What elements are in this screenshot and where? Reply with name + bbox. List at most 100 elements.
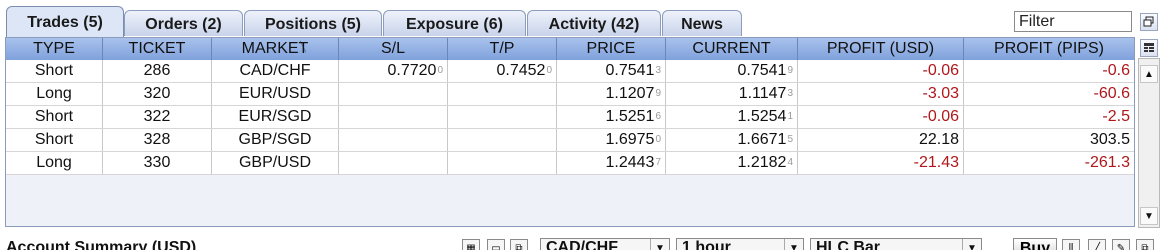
tab-bar: Trades (5) Orders (2) Positions (5) Expo… [0, 0, 1166, 37]
cell-current: 1.6671 5 [666, 129, 798, 151]
cell-ticket: 320 [103, 83, 212, 105]
cell-profit-usd-value: -3.03 [922, 85, 959, 102]
vertical-scrollbar[interactable]: ▲ ▼ [1138, 58, 1160, 228]
cell-price-value: 1.2443 [605, 154, 655, 171]
tab-trades[interactable]: Trades (5) [6, 6, 124, 37]
cell-tp [448, 106, 557, 128]
chart-type-select-value: HLC Bar [816, 239, 881, 250]
popout-icon[interactable]: ⧉ [510, 239, 528, 250]
cell-sl: 0.7720 0 [339, 60, 448, 82]
column-header-current[interactable]: CURRENT [666, 38, 798, 60]
cell-type-value: Short [34, 108, 74, 125]
buy-button[interactable]: Buy [1013, 238, 1057, 250]
bottom-panel: Account Summary (USD) ▦ ▭ ⧉ CAD/CHF ▼ 1 … [0, 233, 1166, 250]
tab-news[interactable]: News [662, 10, 742, 36]
cell-market: CAD/CHF [212, 60, 339, 82]
cell-ticket-value: 330 [143, 154, 171, 171]
cell-type-value: Short [34, 131, 74, 148]
column-chooser-icon[interactable] [1140, 39, 1158, 57]
cell-type-value: Long [36, 154, 72, 171]
cell-price-value: 1.6975 [605, 131, 655, 148]
grid-header: TYPE TICKET ╲ MARKET S/L T/P PRICE CURRE… [6, 38, 1134, 61]
tab-orders[interactable]: Orders (2) [124, 10, 243, 36]
popout-chart-icon[interactable]: ⧉ [1136, 239, 1154, 250]
cell-price: 1.1207 9 [557, 83, 666, 105]
table-row[interactable]: Short 286 CAD/CHF 0.7720 0 0.7452 0 0.7541 3 0.75… [6, 60, 1134, 83]
cell-sl [339, 129, 448, 151]
cell-type: Short [6, 129, 103, 151]
market-select-value: CAD/CHF [546, 239, 618, 250]
chart-type-select[interactable]: HLC Bar ▼ [810, 238, 982, 250]
cell-type: Long [6, 83, 103, 105]
scroll-down-icon[interactable]: ▼ [1140, 207, 1158, 225]
cell-profit-pips-value: -60.6 [1093, 85, 1130, 102]
cell-sl [339, 152, 448, 174]
restore-window-icon[interactable] [1140, 13, 1158, 31]
cell-market: EUR/USD [212, 83, 339, 105]
candles-icon[interactable]: ⫼ [1062, 239, 1080, 250]
grid-view-icon[interactable]: ▦ [462, 239, 480, 250]
cell-ticket-value: 328 [143, 131, 171, 148]
cell-current-value: 1.1147 [738, 85, 787, 102]
cell-profit-pips: -0.6 [964, 60, 1134, 82]
tab-activity[interactable]: Activity (42) [527, 10, 661, 36]
scroll-up-icon[interactable]: ▲ [1140, 65, 1158, 83]
cell-market: EUR/SGD [212, 106, 339, 128]
cell-profit-usd: -21.43 [798, 152, 964, 174]
table-row[interactable]: Long 320 EUR/USD 1.1207 9 1.1147 3 -3.03 -60.6 [6, 83, 1134, 106]
column-header-ticket[interactable]: TICKET ╲ [103, 38, 306, 60]
cell-profit-pips: -60.6 [964, 83, 1134, 105]
cell-type: Long [6, 152, 103, 174]
column-header-tp[interactable]: T/P [448, 38, 557, 60]
cell-current-value: 1.6671 [737, 131, 787, 148]
cell-market-value: EUR/USD [238, 85, 311, 102]
cell-sl [339, 106, 448, 128]
interval-select-value: 1 hour [682, 239, 731, 250]
cell-tp [448, 152, 557, 174]
cell-market-value: EUR/SGD [238, 108, 312, 125]
column-header-profit-pips[interactable]: PROFIT (PIPS) [964, 38, 1134, 60]
tab-exposure[interactable]: Exposure (6) [383, 10, 526, 36]
cell-tp: 0.7452 0 [448, 60, 557, 82]
cell-price: 1.5251 6 [557, 106, 666, 128]
interval-select[interactable]: 1 hour ▼ [676, 238, 804, 250]
cell-market-value: CAD/CHF [239, 62, 311, 79]
column-header-sl[interactable]: S/L [339, 38, 448, 60]
cell-profit-usd-value: -0.06 [922, 108, 959, 125]
column-header-profit-usd[interactable]: PROFIT (USD) [798, 38, 964, 60]
cell-ticket-value: 320 [143, 85, 171, 102]
cell-profit-pips-value: -261.3 [1084, 154, 1130, 171]
cell-tp-value: 0.7452 [496, 62, 546, 79]
cell-current-value: 1.5254 [737, 108, 787, 125]
cell-current: 1.5254 1 [666, 106, 798, 128]
column-header-price[interactable]: PRICE [557, 38, 666, 60]
cell-price: 1.2443 7 [557, 152, 666, 174]
cell-current: 0.7541 9 [666, 60, 798, 82]
cell-current-value: 0.7541 [737, 62, 787, 79]
chart-icon[interactable]: ▭ [487, 239, 505, 250]
cell-type: Short [6, 60, 103, 82]
table-row[interactable]: Short 328 GBP/SGD 1.6975 0 1.6671 5 22.18 303.5 [6, 129, 1134, 152]
cell-market-value: GBP/SGD [238, 131, 312, 148]
column-header-market[interactable]: MARKET [212, 38, 339, 60]
table-row[interactable]: Long 330 GBP/USD 1.2443 7 1.2182 4 -21.43 -261.3 [6, 152, 1134, 175]
cell-profit-pips-value: -0.6 [1102, 62, 1130, 79]
line-tool-icon[interactable]: ╱ [1088, 239, 1106, 250]
cell-profit-usd: -3.03 [798, 83, 964, 105]
cell-profit-pips: -2.5 [964, 106, 1134, 128]
cell-profit-pips: 303.5 [964, 129, 1134, 151]
dropdown-arrow-icon: ▼ [650, 239, 669, 250]
cell-ticket: 286 [103, 60, 212, 82]
cell-market: GBP/USD [212, 152, 339, 174]
market-select[interactable]: CAD/CHF ▼ [540, 238, 670, 250]
draw-tool-icon[interactable]: ✎ [1112, 239, 1130, 250]
column-header-ticket-label: TICKET [128, 40, 186, 57]
column-header-type[interactable]: TYPE [6, 38, 103, 60]
filter-input[interactable] [1014, 11, 1132, 32]
cell-price: 1.6975 0 [557, 129, 666, 151]
cell-price: 0.7541 3 [557, 60, 666, 82]
cell-type: Short [6, 106, 103, 128]
table-row[interactable]: Short 322 EUR/SGD 1.5251 6 1.5254 1 -0.06 -2.5 [6, 106, 1134, 129]
tab-positions[interactable]: Positions (5) [244, 10, 382, 36]
cell-sl-value: 0.7720 [387, 62, 437, 79]
